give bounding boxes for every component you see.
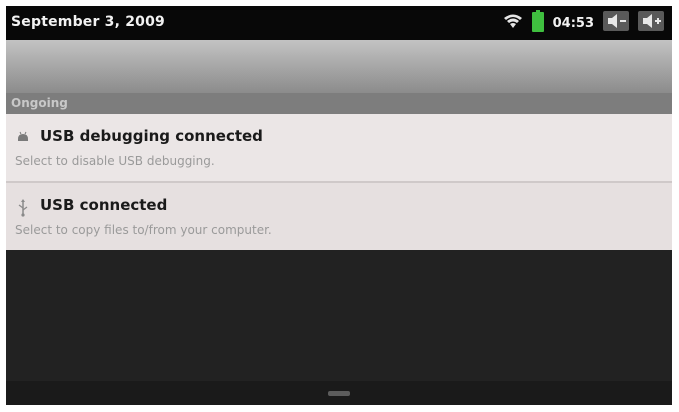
notification-list: USB debugging connected Select to disabl… [6,114,672,252]
grip-icon [328,391,350,396]
notification-subtitle: Select to disable USB debugging. [15,154,215,168]
status-date: September 3, 2009 [11,14,165,30]
notification-subtitle: Select to copy files to/from your comput… [15,223,272,237]
status-time: 04:53 [552,15,594,31]
ongoing-section-header: Ongoing [6,93,672,114]
device-screen: September 3, 2009 04:53 Ongoing USB debu… [6,6,672,405]
wifi-icon [503,13,523,33]
notification-usb-debugging[interactable]: USB debugging connected Select to disabl… [6,114,672,183]
shade-drag-handle[interactable] [6,381,672,405]
empty-shade-area [6,250,672,405]
notification-title: USB connected [40,196,168,214]
status-bar[interactable]: September 3, 2009 04:53 [6,6,672,40]
volume-down-icon[interactable] [603,11,629,35]
android-debug-icon [15,130,31,146]
section-label: Ongoing [11,96,68,110]
volume-up-icon[interactable] [638,11,664,35]
notification-title: USB debugging connected [40,127,263,145]
notification-header [6,40,672,93]
battery-icon [531,10,544,36]
status-icons: 04:53 [503,10,664,36]
notification-usb-connected[interactable]: USB connected Select to copy files to/fr… [6,183,672,252]
usb-icon [15,199,31,217]
